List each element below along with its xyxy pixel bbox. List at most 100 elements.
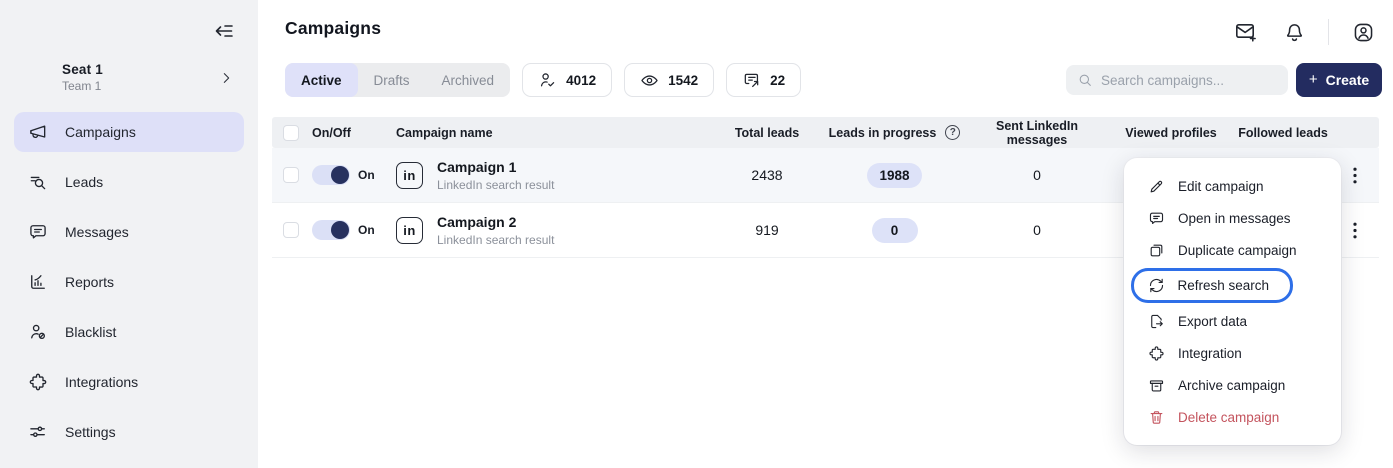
bell-icon bbox=[1283, 21, 1306, 44]
toggle-state-label: On bbox=[358, 168, 375, 182]
account-button[interactable] bbox=[1349, 18, 1377, 46]
trash-icon bbox=[1148, 409, 1165, 426]
linkedin-icon: in bbox=[396, 162, 423, 189]
app-window: Seat 1 Team 1 Campaigns Leads bbox=[0, 0, 1393, 468]
seat-switcher[interactable]: Seat 1 Team 1 bbox=[0, 62, 258, 93]
toggle-knob bbox=[331, 221, 349, 239]
chart-icon bbox=[28, 272, 48, 292]
menu-item-label: Refresh search bbox=[1178, 278, 1270, 293]
campaign-source: LinkedIn search result bbox=[437, 178, 554, 192]
menu-item-open-in-messages[interactable]: Open in messages bbox=[1124, 202, 1341, 234]
column-header-viewed-profiles: Viewed profiles bbox=[1107, 126, 1235, 140]
campaign-context-menu: Edit campaign Open in messages Duplicate… bbox=[1124, 158, 1341, 445]
menu-item-duplicate-campaign[interactable]: Duplicate campaign bbox=[1124, 234, 1341, 266]
linkedin-icon: in bbox=[396, 217, 423, 244]
person-check-icon bbox=[538, 71, 557, 90]
toggle-knob bbox=[331, 166, 349, 184]
menu-item-integration[interactable]: Integration bbox=[1124, 337, 1341, 369]
sidebar-item-label: Reports bbox=[65, 274, 114, 290]
leads-in-progress-badge: 0 bbox=[872, 218, 918, 243]
sidebar-item-label: Blacklist bbox=[65, 324, 116, 340]
menu-item-export-data[interactable]: Export data bbox=[1124, 305, 1341, 337]
campaign-name[interactable]: Campaign 1 bbox=[437, 159, 554, 175]
stat-chip-value: 4012 bbox=[566, 73, 596, 88]
eye-icon bbox=[640, 71, 659, 90]
notifications-button[interactable] bbox=[1280, 18, 1308, 46]
sidebar-item-settings[interactable]: Settings bbox=[14, 412, 244, 452]
collapse-sidebar-icon bbox=[212, 19, 236, 43]
duplicate-icon bbox=[1148, 242, 1165, 259]
menu-item-label: Delete campaign bbox=[1178, 410, 1279, 425]
campaign-name[interactable]: Campaign 2 bbox=[437, 214, 554, 230]
campaign-toggle[interactable] bbox=[312, 165, 350, 185]
column-header-sent-messages: Sent LinkedIn messages bbox=[967, 119, 1107, 147]
search-campaigns-box bbox=[1066, 65, 1288, 95]
row-checkbox[interactable] bbox=[283, 167, 299, 183]
tab-archived[interactable]: Archived bbox=[426, 63, 511, 97]
message-bubble-icon bbox=[1148, 210, 1165, 227]
sent-messages-value: 0 bbox=[1033, 222, 1041, 238]
create-campaign-label: Create bbox=[1326, 72, 1370, 88]
collapse-sidebar-button[interactable] bbox=[210, 17, 238, 45]
mail-plus-icon bbox=[1234, 20, 1258, 44]
menu-item-delete-campaign[interactable]: Delete campaign bbox=[1124, 401, 1341, 433]
page-title: Campaigns bbox=[285, 18, 381, 39]
total-leads-value: 919 bbox=[755, 222, 778, 238]
menu-item-label: Duplicate campaign bbox=[1178, 243, 1297, 258]
stat-chip-views[interactable]: 1542 bbox=[624, 63, 714, 97]
total-leads-value: 2438 bbox=[751, 167, 782, 183]
menu-item-label: Integration bbox=[1178, 346, 1242, 361]
sidebar-item-label: Messages bbox=[65, 224, 129, 240]
help-icon[interactable]: ? bbox=[945, 125, 960, 140]
megaphone-icon bbox=[28, 122, 48, 142]
seat-title: Seat 1 bbox=[62, 62, 218, 77]
menu-item-label: Archive campaign bbox=[1178, 378, 1285, 393]
sidebar-item-blacklist[interactable]: Blacklist bbox=[14, 312, 244, 352]
column-header-campaign-name: Campaign name bbox=[396, 126, 712, 140]
table-header-row: On/Off Campaign name Total leads Leads i… bbox=[272, 117, 1379, 148]
menu-item-label: Edit campaign bbox=[1178, 179, 1264, 194]
select-all-checkbox[interactable] bbox=[283, 125, 299, 141]
message-bubble-icon bbox=[28, 222, 48, 242]
campaign-source: LinkedIn search result bbox=[437, 233, 554, 247]
campaign-toggle[interactable] bbox=[312, 220, 350, 240]
seat-subtitle: Team 1 bbox=[62, 79, 218, 93]
column-header-total-leads: Total leads bbox=[712, 126, 822, 140]
stat-chip-value: 1542 bbox=[668, 73, 698, 88]
stat-chip-leads[interactable]: 4012 bbox=[522, 63, 612, 97]
row-actions-button[interactable] bbox=[1342, 217, 1368, 243]
column-header-leads-in-progress: Leads in progress bbox=[829, 126, 937, 140]
sidebar: Seat 1 Team 1 Campaigns Leads bbox=[0, 0, 258, 468]
menu-item-archive-campaign[interactable]: Archive campaign bbox=[1124, 369, 1341, 401]
toggle-state-label: On bbox=[358, 223, 375, 237]
sidebar-item-leads[interactable]: Leads bbox=[14, 162, 244, 202]
row-checkbox[interactable] bbox=[283, 222, 299, 238]
menu-item-refresh-search[interactable]: Refresh search bbox=[1131, 268, 1293, 303]
menu-item-edit-campaign[interactable]: Edit campaign bbox=[1124, 170, 1341, 202]
sidebar-item-messages[interactable]: Messages bbox=[14, 212, 244, 252]
leads-in-progress-badge: 1988 bbox=[867, 163, 921, 188]
sidebar-item-reports[interactable]: Reports bbox=[14, 262, 244, 302]
create-campaign-button[interactable]: + Create bbox=[1296, 63, 1382, 97]
chevron-right-icon bbox=[218, 70, 234, 86]
stat-chip-replies[interactable]: 22 bbox=[726, 63, 801, 97]
header-actions bbox=[1212, 18, 1377, 46]
tab-drafts[interactable]: Drafts bbox=[358, 63, 426, 97]
menu-item-label: Export data bbox=[1178, 314, 1247, 329]
avatar-icon bbox=[1352, 21, 1375, 44]
archive-icon bbox=[1148, 377, 1165, 394]
sidebar-item-label: Settings bbox=[65, 424, 116, 440]
search-campaigns-input[interactable] bbox=[1101, 73, 1277, 88]
menu-item-label: Open in messages bbox=[1178, 211, 1291, 226]
sidebar-item-campaigns[interactable]: Campaigns bbox=[14, 112, 244, 152]
row-actions-button[interactable] bbox=[1342, 162, 1368, 188]
column-header-on-off: On/Off bbox=[312, 126, 396, 140]
refresh-icon bbox=[1148, 277, 1165, 294]
tab-active[interactable]: Active bbox=[285, 63, 358, 97]
invite-mail-button[interactable] bbox=[1232, 18, 1260, 46]
column-header-followed-leads: Followed leads bbox=[1235, 126, 1331, 140]
search-icon bbox=[1077, 72, 1093, 88]
puzzle-icon bbox=[28, 372, 48, 392]
sidebar-item-integrations[interactable]: Integrations bbox=[14, 362, 244, 402]
campaign-status-tabs: Active Drafts Archived bbox=[285, 63, 510, 97]
